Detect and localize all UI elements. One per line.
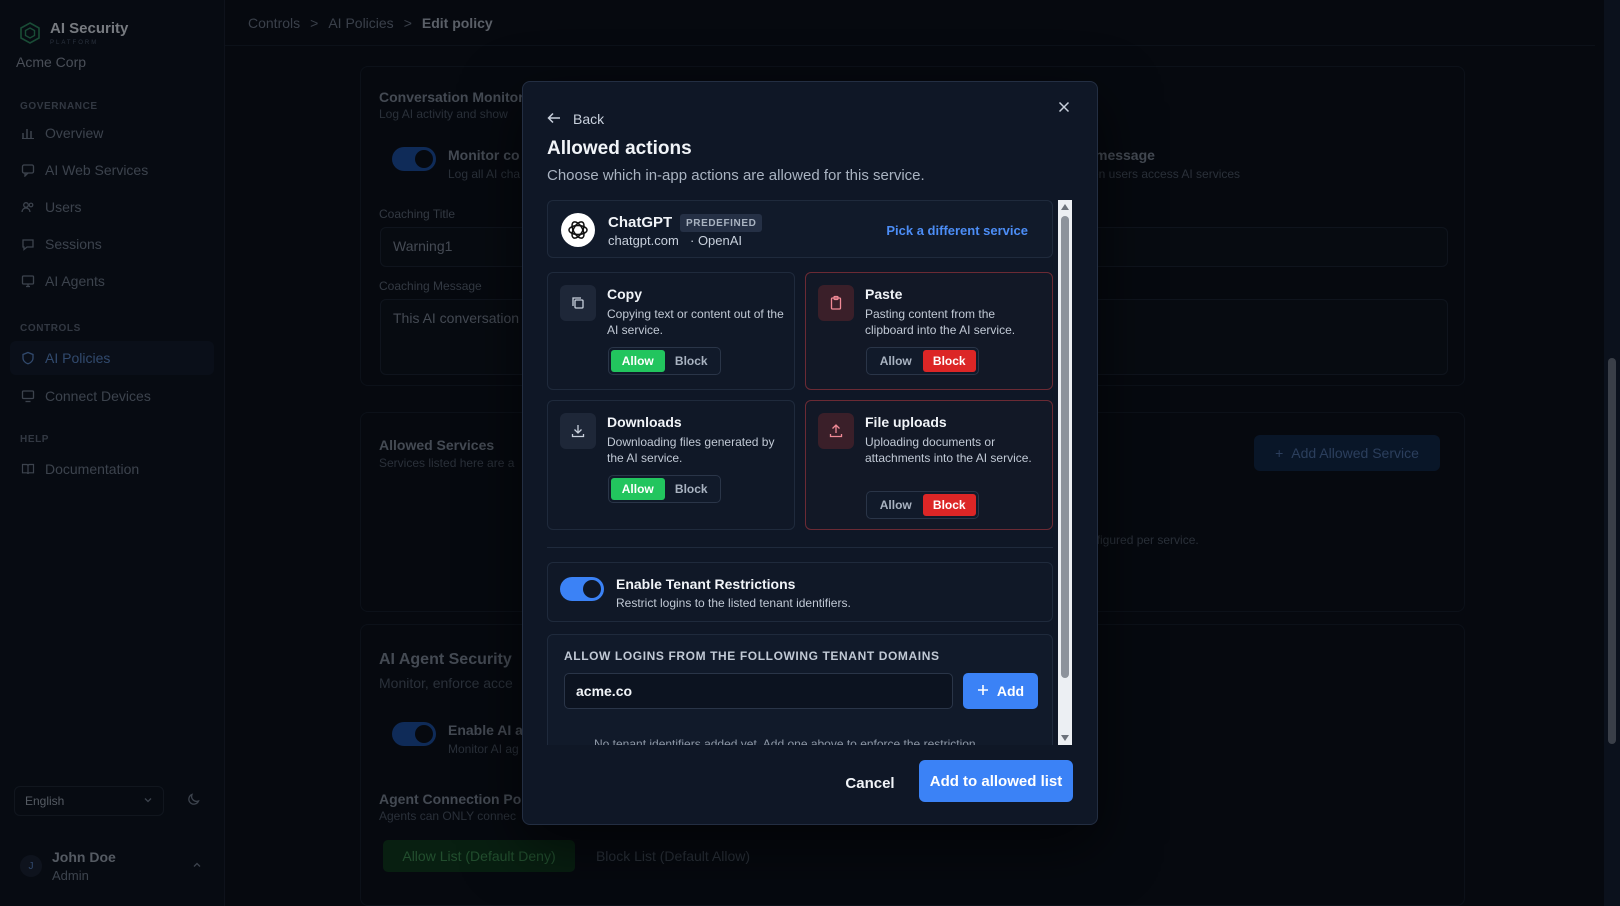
dialog-scroll-area: ChatGPT PREDEFINED chatgpt.com · OpenAI …: [547, 200, 1055, 745]
pick-different-service-link[interactable]: Pick a different service: [886, 223, 1028, 238]
service-name: ChatGPT: [608, 214, 673, 231]
add-to-allowed-list-button[interactable]: Add to allowed list: [919, 760, 1073, 802]
tenant-restrictions-title: Enable Tenant Restrictions: [616, 576, 796, 592]
paste-block-button[interactable]: Block: [922, 350, 976, 372]
downloads-title: Downloads: [607, 414, 682, 430]
dialog-subtitle: Choose which in-app actions are allowed …: [547, 167, 925, 184]
copy-action-card: Copy Copying text or content out of the …: [547, 272, 795, 390]
copy-toggle-group: Allow Block: [608, 347, 721, 375]
copy-title: Copy: [607, 286, 642, 302]
paste-description: Pasting content from the clipboard into …: [865, 307, 1016, 337]
chatgpt-logo-icon: [561, 213, 595, 247]
tenant-restrictions-card: Enable Tenant Restrictions Restrict logi…: [547, 562, 1053, 622]
add-domain-button[interactable]: Add: [963, 673, 1038, 709]
close-icon: [1058, 100, 1070, 118]
copy-block-button[interactable]: Block: [665, 350, 719, 372]
paste-action-card: Paste Pasting content from the clipboard…: [805, 272, 1053, 390]
tenant-domain-input[interactable]: [564, 673, 953, 709]
download-icon: [560, 413, 596, 449]
clipboard-icon: [818, 285, 854, 321]
page-scrollbar-thumb[interactable]: [1608, 358, 1616, 744]
downloads-block-button[interactable]: Block: [665, 478, 719, 500]
paste-toggle-group: Allow Block: [866, 347, 979, 375]
uploads-action-card: File uploads Uploading documents or atta…: [805, 400, 1053, 530]
uploads-description: Uploading documents or attachments into …: [865, 435, 1032, 465]
scroll-down-icon[interactable]: [1061, 735, 1069, 741]
uploads-block-button[interactable]: Block: [922, 494, 976, 516]
plus-icon: [977, 683, 989, 699]
copy-description: Copying text or content out of the AI se…: [607, 307, 784, 337]
predefined-badge: PREDEFINED: [680, 214, 763, 232]
copy-allow-button[interactable]: Allow: [611, 350, 665, 372]
tenant-restrictions-toggle[interactable]: [560, 577, 604, 601]
empty-domains-note: No tenant identifiers added yet. Add one…: [594, 737, 979, 745]
back-label: Back: [573, 111, 605, 127]
dialog-title: Allowed actions: [547, 138, 692, 159]
uploads-toggle-group: Allow Block: [866, 491, 979, 519]
dialog-scrollbar-thumb[interactable]: [1061, 216, 1069, 678]
tenant-domains-panel: ALLOW LOGINS FROM THE FOLLOWING TENANT D…: [547, 634, 1053, 745]
service-domain: chatgpt.com: [608, 233, 679, 248]
downloads-description: Downloading files generated by the AI se…: [607, 435, 775, 465]
paste-allow-button[interactable]: Allow: [869, 350, 923, 372]
service-card: ChatGPT PREDEFINED chatgpt.com · OpenAI …: [547, 200, 1053, 258]
tenant-domains-heading: ALLOW LOGINS FROM THE FOLLOWING TENANT D…: [564, 649, 940, 663]
page-scrollbar[interactable]: [1604, 0, 1620, 906]
copy-icon: [560, 285, 596, 321]
upload-icon: [818, 413, 854, 449]
scroll-up-icon[interactable]: [1061, 204, 1069, 210]
cancel-button[interactable]: Cancel: [839, 763, 901, 803]
downloads-allow-button[interactable]: Allow: [611, 478, 665, 500]
downloads-toggle-group: Allow Block: [608, 475, 721, 503]
dialog-scrollbar[interactable]: [1058, 200, 1072, 745]
downloads-action-card: Downloads Downloading files generated by…: [547, 400, 795, 530]
uploads-allow-button[interactable]: Allow: [869, 494, 923, 516]
allowed-actions-dialog: Back Allowed actions Choose which in-app…: [522, 81, 1098, 825]
tenant-restrictions-subtitle: Restrict logins to the listed tenant ide…: [616, 596, 851, 610]
uploads-title: File uploads: [865, 414, 947, 430]
service-vendor: · OpenAI: [690, 233, 743, 248]
paste-title: Paste: [865, 286, 903, 302]
back-button[interactable]: Back: [547, 111, 604, 127]
close-button[interactable]: [1053, 98, 1075, 120]
arrow-left-icon: [547, 111, 561, 127]
add-domain-label: Add: [996, 683, 1025, 699]
divider: [547, 547, 1053, 548]
